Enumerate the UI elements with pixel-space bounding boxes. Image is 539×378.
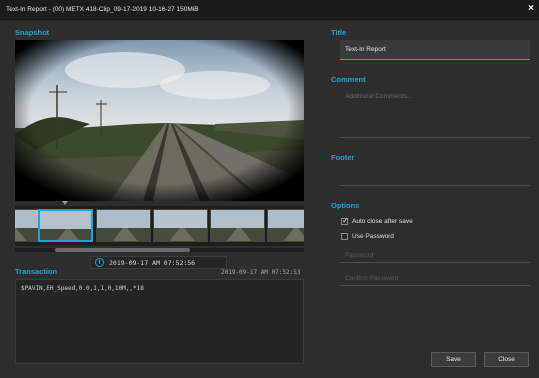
timeline-marker <box>62 201 68 205</box>
scrollbar-handle[interactable] <box>55 248 190 252</box>
footer-input[interactable] <box>340 168 530 186</box>
transaction-text: $PAVIN,EH_Speed,0.0,1,1,0,10M,,*18 <box>21 285 144 292</box>
title-input[interactable]: Text-In Report <box>340 40 530 60</box>
options-label: Options <box>331 201 360 210</box>
title-input-value: Text-In Report <box>345 46 386 53</box>
password-input[interactable]: Password <box>340 249 530 263</box>
checkbox-unchecked-icon <box>341 233 348 240</box>
window-title: Text-In Report - (00) METX 418-Clip_09-1… <box>6 6 199 13</box>
checkbox-checked-icon <box>341 216 349 225</box>
railway-scene-image <box>15 40 304 201</box>
use-password-label: Use Password <box>352 233 394 240</box>
transaction-label: Transaction <box>15 267 58 276</box>
snapshot-label: Snapshot <box>15 28 50 37</box>
thumbnail-6[interactable] <box>267 209 304 242</box>
thumbnail-1[interactable] <box>15 209 40 242</box>
thumbnail-3[interactable] <box>96 209 151 242</box>
thumbnail-strip <box>15 206 304 246</box>
close-button[interactable]: Close <box>484 352 529 367</box>
thumbnail-4[interactable] <box>153 209 208 242</box>
footer-label: Footer <box>331 153 355 162</box>
selected-time-display: 2019-09-17 AM 07:52:56 <box>90 256 227 269</box>
comment-input[interactable]: Additional Comments... <box>340 88 530 138</box>
transaction-text-area[interactable]: $PAVIN,EH_Speed,0.0,1,1,0,10M,,*18 <box>15 279 304 364</box>
password-placeholder: Password <box>345 252 374 259</box>
snapshot-image <box>15 40 304 201</box>
transaction-timestamp: 2019-09-17 AM 07:52:53 <box>221 269 301 276</box>
auto-close-checkbox[interactable]: Auto close after save <box>340 216 530 227</box>
title-label: Title <box>331 28 347 37</box>
save-button[interactable]: Save <box>431 352 476 367</box>
selected-time: 2019-09-17 AM 07:52:56 <box>109 259 196 267</box>
confirm-password-placeholder: Confirm Password <box>345 275 399 282</box>
thumbnail-5[interactable] <box>210 209 265 242</box>
confirm-password-input[interactable]: Confirm Password <box>340 272 530 286</box>
thumbnail-scrollbar[interactable] <box>15 248 304 252</box>
title-bar: Text-In Report - (00) METX 418-Clip_09-1… <box>0 0 539 20</box>
comment-placeholder: Additional Comments... <box>345 93 413 100</box>
auto-close-label: Auto close after save <box>352 218 413 225</box>
clock-icon <box>95 258 104 267</box>
use-password-checkbox[interactable]: Use Password <box>340 232 530 242</box>
comment-label: Comment <box>331 75 366 84</box>
thumbnail-2[interactable] <box>38 209 93 242</box>
close-icon[interactable]: × <box>528 3 534 14</box>
